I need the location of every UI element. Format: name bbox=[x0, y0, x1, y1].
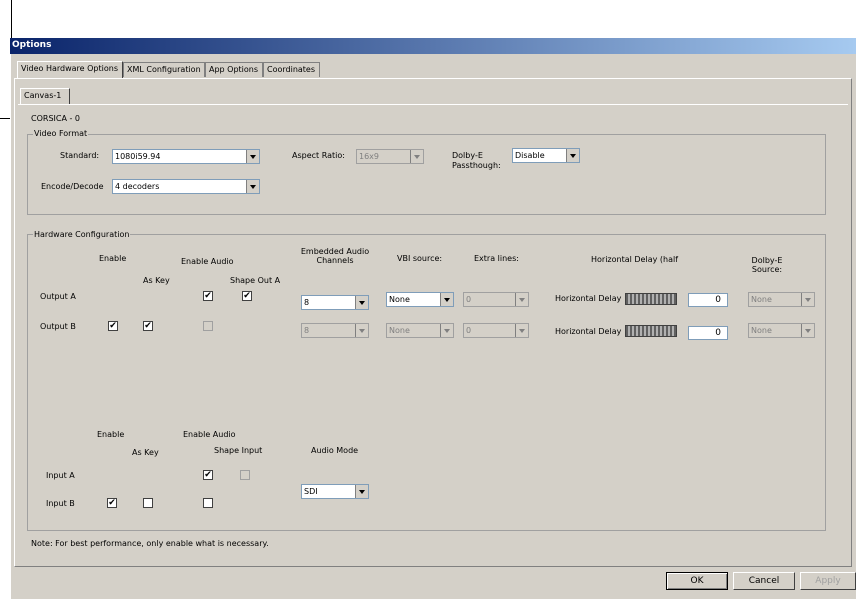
output-b-dolby-value: None bbox=[751, 326, 772, 335]
hardware-config-title: Hardware Configuration bbox=[33, 230, 131, 239]
input-header-audio-mode: Audio Mode bbox=[311, 446, 359, 455]
header-dolby-source: Dolby-E Source: bbox=[751, 256, 783, 274]
header-shape-out: Shape Out A bbox=[230, 276, 281, 285]
header-extra-lines: Extra lines: bbox=[474, 254, 519, 263]
chevron-down-icon bbox=[515, 324, 528, 337]
output-b-extra-lines-value: 0 bbox=[466, 326, 472, 335]
chevron-down-icon bbox=[515, 293, 528, 306]
tab-video-hardware-options[interactable]: Video Hardware Options bbox=[17, 61, 123, 78]
input-b-label: Input B bbox=[46, 499, 75, 508]
output-b-channels-value: 8 bbox=[304, 326, 310, 335]
output-a-shape-out-checkbox[interactable]: ✔ bbox=[242, 291, 252, 301]
subtab-underline bbox=[18, 104, 848, 105]
output-a-extra-lines-value: 0 bbox=[466, 295, 472, 304]
output-b-enable-checkbox[interactable]: ✔ bbox=[108, 321, 118, 331]
tab-coordinates[interactable]: Coordinates bbox=[263, 62, 320, 77]
dolby-label: Dolby-E bbox=[452, 151, 483, 160]
chevron-down-icon bbox=[801, 293, 814, 306]
header-vbi-source: VBI source: bbox=[397, 254, 443, 263]
device-label: CORSICA - 0 bbox=[31, 114, 80, 123]
input-b-as-key-checkbox[interactable] bbox=[143, 498, 153, 508]
output-b-hdelay-label: Horizontal Delay bbox=[555, 327, 622, 336]
input-a-enable-audio-checkbox[interactable]: ✔ bbox=[203, 470, 213, 480]
encode-decode-label: Encode/Decode bbox=[41, 182, 104, 191]
encode-decode-select[interactable]: 4 decoders bbox=[112, 179, 260, 194]
output-b-label: Output B bbox=[40, 322, 76, 331]
chevron-down-icon bbox=[410, 150, 423, 163]
output-a-dolby-value: None bbox=[751, 295, 772, 304]
audio-mode-select[interactable]: SDI bbox=[301, 484, 369, 499]
input-a-label: Input A bbox=[46, 471, 75, 480]
aspect-ratio-label: Aspect Ratio: bbox=[292, 151, 345, 160]
chevron-down-icon bbox=[801, 324, 814, 337]
standard-label: Standard: bbox=[60, 151, 100, 160]
output-a-enable-audio-checkbox[interactable]: ✔ bbox=[203, 291, 213, 301]
output-a-dolby-select[interactable]: None bbox=[748, 292, 815, 307]
chevron-down-icon bbox=[440, 324, 453, 337]
dolby-label-2: Passthough: bbox=[452, 161, 501, 170]
title-bar[interactable] bbox=[10, 38, 856, 54]
encode-decode-value: 4 decoders bbox=[115, 182, 160, 191]
apply-button[interactable]: Apply bbox=[800, 572, 856, 590]
video-format-title: Video Format bbox=[33, 129, 89, 138]
input-header-enable: Enable bbox=[97, 430, 125, 439]
header-enable-audio: Enable Audio bbox=[181, 257, 234, 266]
input-b-enable-audio-checkbox[interactable] bbox=[203, 498, 213, 508]
video-format-group bbox=[27, 134, 826, 215]
chevron-down-icon[interactable] bbox=[355, 296, 368, 309]
output-b-hdelay-input[interactable]: 0 bbox=[688, 326, 728, 340]
chevron-down-icon[interactable] bbox=[440, 293, 453, 306]
chevron-down-icon bbox=[355, 324, 368, 337]
output-b-vbi-select[interactable]: None bbox=[386, 323, 454, 338]
chevron-down-icon[interactable] bbox=[566, 149, 579, 162]
aspect-ratio-select[interactable]: 16x9 bbox=[356, 149, 424, 164]
output-b-channels-select[interactable]: 8 bbox=[301, 323, 369, 338]
input-header-shape-input: Shape Input bbox=[214, 446, 263, 455]
output-a-label: Output A bbox=[40, 292, 76, 301]
output-a-hdelay-slider[interactable] bbox=[625, 293, 677, 305]
chevron-down-icon[interactable] bbox=[355, 485, 368, 498]
standard-select[interactable]: 1080i59.94 bbox=[112, 149, 260, 164]
window-title: Options bbox=[12, 40, 52, 50]
header-enable: Enable bbox=[99, 254, 127, 263]
aspect-ratio-value: 16x9 bbox=[359, 152, 380, 161]
header-horizontal-delay: Horizontal Delay (half bbox=[591, 255, 679, 264]
output-b-vbi-value: None bbox=[389, 326, 410, 335]
input-a-shape-input-checkbox[interactable] bbox=[240, 470, 250, 480]
performance-note: Note: For best performance, only enable … bbox=[31, 539, 269, 548]
output-a-vbi-value: None bbox=[389, 295, 410, 304]
ok-button[interactable]: OK bbox=[666, 572, 728, 590]
chevron-down-icon[interactable] bbox=[246, 180, 259, 193]
input-header-enable-audio: Enable Audio bbox=[183, 430, 236, 439]
output-a-hdelay-label: Horizontal Delay bbox=[555, 294, 622, 303]
output-a-vbi-select[interactable]: None bbox=[386, 292, 454, 307]
input-header-as-key: As Key bbox=[132, 448, 159, 457]
dolby-passthrough-select[interactable]: Disable bbox=[512, 148, 580, 163]
output-b-enable-audio-checkbox[interactable] bbox=[203, 321, 213, 331]
chevron-down-icon[interactable] bbox=[246, 150, 259, 163]
cancel-button[interactable]: Cancel bbox=[733, 572, 795, 590]
tab-app-options[interactable]: App Options bbox=[205, 62, 263, 77]
output-b-dolby-select[interactable]: None bbox=[748, 323, 815, 338]
output-a-channels-select[interactable]: 8 bbox=[301, 295, 369, 310]
dolby-passthrough-value: Disable bbox=[515, 151, 545, 160]
standard-value: 1080i59.94 bbox=[115, 152, 161, 161]
input-b-enable-checkbox[interactable]: ✔ bbox=[107, 498, 117, 508]
tab-canvas-1[interactable]: Canvas-1 bbox=[20, 88, 70, 105]
tab-xml-configuration[interactable]: XML Configuration bbox=[123, 62, 205, 77]
output-b-as-key-checkbox[interactable]: ✔ bbox=[143, 321, 153, 331]
output-a-hdelay-input[interactable]: 0 bbox=[688, 293, 728, 307]
output-a-extra-lines-select[interactable]: 0 bbox=[463, 292, 529, 307]
header-embedded-audio: Embedded Audio Channels bbox=[300, 247, 370, 265]
output-a-channels-value: 8 bbox=[304, 298, 310, 307]
output-b-hdelay-slider[interactable] bbox=[625, 325, 677, 337]
header-as-key: As Key bbox=[143, 276, 170, 285]
output-b-extra-lines-select[interactable]: 0 bbox=[463, 323, 529, 338]
audio-mode-value: SDI bbox=[304, 487, 318, 496]
